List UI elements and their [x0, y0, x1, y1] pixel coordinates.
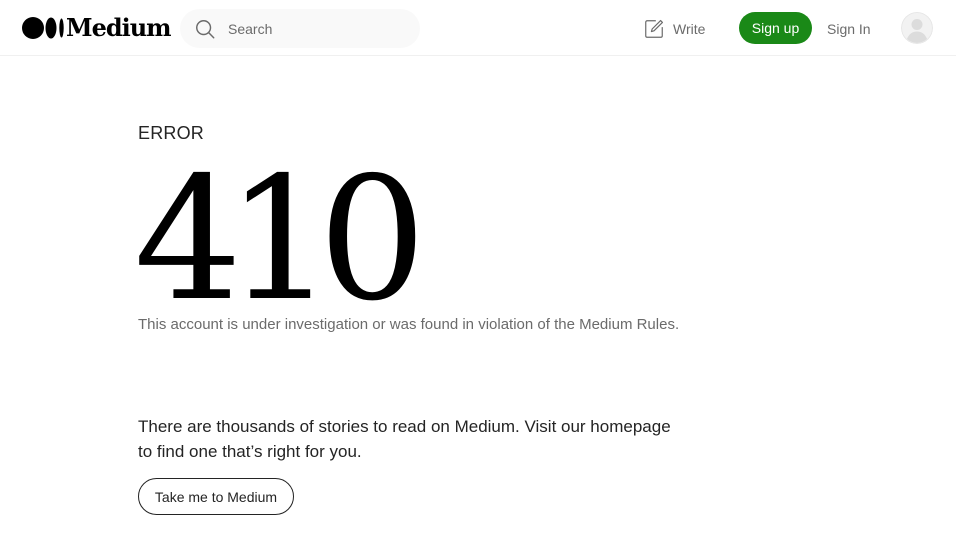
write-label: Write: [673, 21, 706, 37]
top-navigation-bar: Medium Write Sign up Sign In: [0, 0, 956, 56]
avatar-icon: [901, 12, 933, 44]
promo-line-2: to find one that’s right for you.: [138, 442, 362, 461]
error-message: This account is under investigation or w…: [138, 316, 680, 333]
avatar[interactable]: [901, 12, 933, 44]
search-icon: [196, 19, 215, 38]
take-me-to-medium-button[interactable]: Take me to Medium: [138, 478, 294, 515]
medium-logo[interactable]: Medium: [22, 13, 172, 42]
error-code: 410: [134, 141, 427, 339]
homepage-promo-text: There are thousands of stories to read o…: [138, 414, 718, 464]
write-link[interactable]: Write: [643, 16, 705, 42]
search-input[interactable]: [228, 20, 398, 37]
promo-line-1: There are thousands of stories to read o…: [138, 417, 671, 436]
logo-wordmark: Medium: [66, 13, 172, 42]
sign-up-button[interactable]: Sign up: [739, 12, 812, 44]
write-icon: [645, 19, 664, 38]
sign-in-link[interactable]: Sign In: [827, 20, 871, 38]
search-bar[interactable]: [180, 9, 420, 48]
medium-logo-icon: [22, 17, 64, 39]
